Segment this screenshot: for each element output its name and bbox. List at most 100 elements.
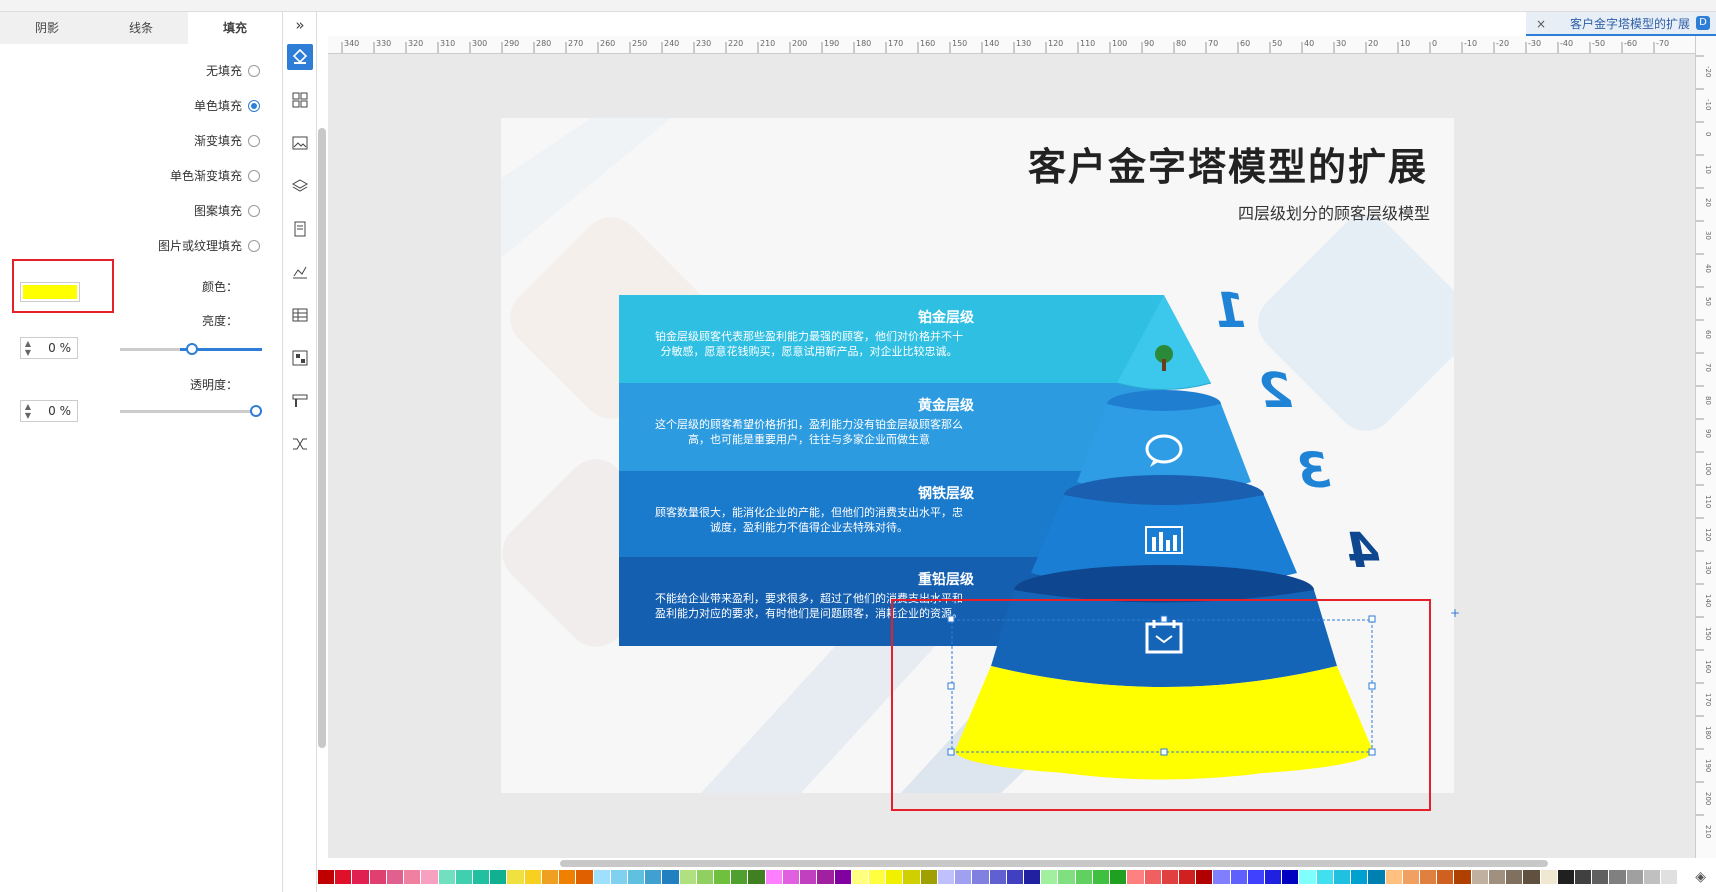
palette-swatch[interactable] [903, 870, 920, 884]
palette-swatch[interactable] [696, 870, 714, 884]
palette-swatch[interactable] [369, 870, 386, 884]
structure-icon[interactable] [287, 345, 313, 371]
palette-swatch[interactable] [800, 870, 817, 884]
palette-swatch[interactable] [1540, 870, 1557, 884]
fill-option-mono-gradient[interactable]: 单色渐变填充 [170, 167, 260, 184]
panel-scrollbar[interactable] [318, 128, 326, 748]
brightness-slider[interactable] [120, 343, 262, 355]
palette-swatch[interactable] [1609, 870, 1626, 884]
layers-icon[interactable] [287, 173, 313, 199]
palette-swatch[interactable] [1127, 870, 1144, 884]
palette-swatch[interactable] [782, 870, 800, 884]
palette-swatch[interactable] [937, 870, 955, 884]
palette-swatch[interactable] [1523, 870, 1540, 884]
fill-option-none[interactable]: 无填充 [206, 62, 260, 79]
palette-swatch[interactable] [989, 870, 1006, 884]
palette-swatch[interactable] [1351, 870, 1368, 884]
palette-swatch[interactable] [1574, 870, 1592, 884]
fill-option-pattern[interactable]: 图案填充 [194, 202, 260, 219]
palette-swatch[interactable] [1368, 870, 1385, 884]
palette-swatch[interactable] [1247, 870, 1265, 884]
palette-swatch[interactable] [1023, 870, 1041, 884]
palette-swatch[interactable] [1437, 870, 1454, 884]
brightness-stepper[interactable]: ▲ ▼ 0 % [20, 337, 78, 359]
grid-icon[interactable] [287, 87, 313, 113]
palette-swatch[interactable] [1110, 870, 1127, 884]
palette-swatch[interactable] [1592, 870, 1609, 884]
palette-swatch[interactable] [955, 870, 972, 884]
radio-mono-gradient[interactable] [248, 169, 260, 182]
palette-swatch[interactable] [421, 870, 438, 884]
palette-swatch[interactable] [610, 870, 627, 884]
palette-swatch[interactable] [1678, 870, 1695, 884]
palette-swatch[interactable] [731, 870, 748, 884]
palette-swatch[interactable] [1454, 870, 1471, 884]
page-icon[interactable] [287, 216, 313, 242]
fill-option-gradient[interactable]: 渐变填充 [194, 132, 260, 149]
palette-swatch[interactable] [1299, 870, 1316, 884]
stepper-arrows-icon[interactable]: ▲ ▼ [21, 402, 35, 420]
fill-option-texture[interactable]: 图片或纹理填充 [158, 237, 260, 254]
palette-swatch[interactable] [920, 870, 937, 884]
radio-gradient[interactable] [248, 134, 260, 147]
palette-swatch[interactable] [1006, 870, 1023, 884]
close-tab-icon[interactable]: × [1536, 17, 1546, 31]
slider-knob[interactable] [250, 405, 262, 417]
palette-swatch[interactable] [1230, 870, 1247, 884]
palette-swatch[interactable] [1626, 870, 1643, 884]
palette-swatch[interactable] [886, 870, 903, 884]
palette-swatch[interactable] [1661, 870, 1678, 884]
palette-swatch[interactable] [404, 870, 421, 884]
radio-none[interactable] [248, 64, 260, 77]
palette-swatch[interactable] [541, 870, 559, 884]
palette-swatch[interactable] [748, 870, 765, 884]
palette-swatch[interactable] [318, 870, 335, 884]
palette-swatch[interactable] [352, 870, 369, 884]
slider-knob[interactable] [186, 343, 198, 355]
palette-swatch[interactable] [817, 870, 834, 884]
table-icon[interactable] [287, 302, 313, 328]
palette-swatch[interactable] [1420, 870, 1437, 884]
fill-option-solid[interactable]: 单色填充 [194, 97, 260, 114]
radio-solid[interactable] [248, 99, 260, 112]
palette-swatch[interactable] [472, 870, 490, 884]
palette-swatch[interactable] [490, 870, 507, 884]
palette-swatch[interactable] [679, 870, 696, 884]
tab-shadow[interactable]: 阴影 [0, 12, 94, 44]
palette-swatch[interactable] [507, 870, 524, 884]
palette-swatch[interactable] [1643, 870, 1661, 884]
palette-swatch[interactable] [765, 870, 782, 884]
palette-swatch[interactable] [1402, 870, 1419, 884]
palette-swatch[interactable] [559, 870, 576, 884]
palette-swatch[interactable] [972, 870, 989, 884]
chart-icon[interactable] [287, 259, 313, 285]
palette-swatch[interactable] [834, 870, 851, 884]
palette-swatch[interactable] [1092, 870, 1110, 884]
palette-swatch[interactable] [524, 870, 541, 884]
palette-swatch[interactable] [1282, 870, 1299, 884]
palette-swatch[interactable] [1333, 870, 1351, 884]
palette-swatch[interactable] [1144, 870, 1161, 884]
palette-swatch[interactable] [1557, 870, 1574, 884]
palette-swatch[interactable] [1058, 870, 1075, 884]
format-icon[interactable] [287, 388, 313, 414]
transparency-stepper[interactable]: ▲ ▼ 0 % [20, 400, 78, 422]
image-icon[interactable] [287, 130, 313, 156]
palette-swatch[interactable] [1213, 870, 1230, 884]
palette-swatch[interactable] [1488, 870, 1506, 884]
palette-swatch[interactable] [576, 870, 593, 884]
fill-bucket-icon[interactable]: ◈ [1695, 869, 1706, 885]
palette-swatch[interactable] [714, 870, 731, 884]
shuffle-icon[interactable] [287, 431, 313, 457]
palette-swatch[interactable] [438, 870, 455, 884]
palette-swatch[interactable] [851, 870, 868, 884]
radio-pattern[interactable] [248, 204, 260, 217]
palette-swatch[interactable] [1161, 870, 1178, 884]
collapse-icon[interactable]: » [287, 12, 313, 38]
palette-swatch[interactable] [593, 870, 610, 884]
tab-line[interactable]: 线条 [94, 12, 188, 44]
palette-swatch[interactable] [1196, 870, 1213, 884]
palette-swatch[interactable] [1041, 870, 1058, 884]
palette-swatch[interactable] [645, 870, 662, 884]
palette-swatch[interactable] [1506, 870, 1523, 884]
